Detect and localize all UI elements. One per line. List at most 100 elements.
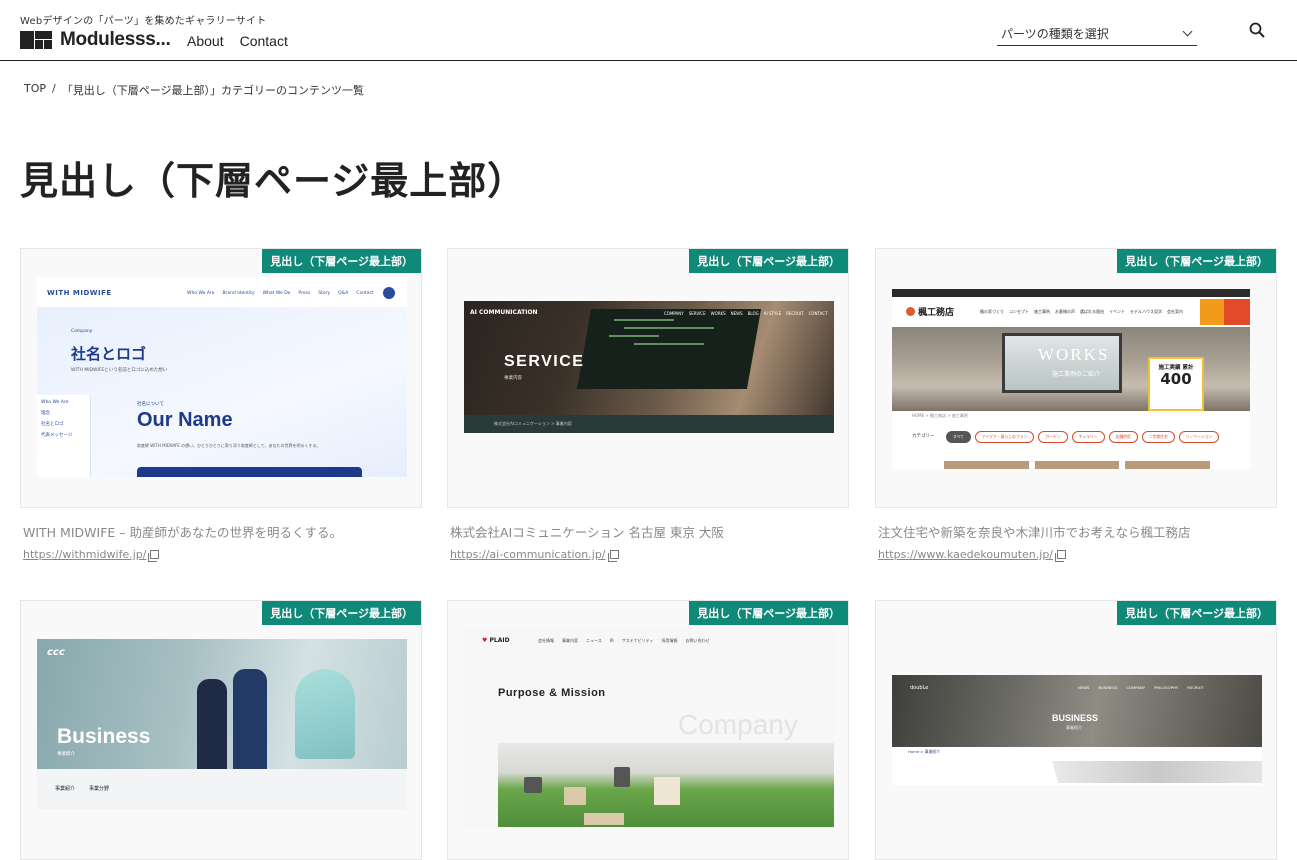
preview-subheading: 事業紹介 bbox=[57, 752, 75, 757]
category-tag[interactable]: 見出し（下層ページ最上部） bbox=[262, 249, 421, 273]
preview-nav-item: NEWS bbox=[730, 311, 743, 316]
category-tag[interactable]: 見出し（下層ページ最上部） bbox=[1117, 601, 1276, 625]
copy-icon[interactable] bbox=[607, 550, 619, 562]
preview-nav: 楓の家づくり コンセプト 施工事例 お客様の声 選ばれる理由 イベント モデルハ… bbox=[980, 309, 1183, 315]
card-title[interactable]: WITH MIDWIFE – 助産師があなたの世界を明るくする。 bbox=[20, 522, 422, 541]
preview-nav-item: What We Do bbox=[262, 291, 291, 296]
preview-category-pills: すべて アイデア・暮らしのプラン ガーデン ギャラリー 店舗併用 二世帯住宅 リ… bbox=[946, 431, 1246, 443]
preview-watermark: Company bbox=[678, 709, 798, 740]
preview-nav-item: サステナビリティ bbox=[621, 638, 654, 643]
gallery-card: 見出し（下層ページ最上部） AI COMMUNICATION COMPANY S… bbox=[447, 248, 849, 562]
preview-breadcrumb: 株式会社AIコミュニケーション > 事業内容 bbox=[494, 421, 572, 426]
preview-nav-item: COMPANY bbox=[1126, 685, 1146, 690]
preview-badge-number: 400 bbox=[1160, 370, 1192, 388]
card-url-row: https://www.kaedekoumuten.jp/ bbox=[875, 548, 1277, 562]
site-logo[interactable]: Modulesss... bbox=[20, 29, 171, 51]
preview-nav-item: コンセプト bbox=[1009, 309, 1029, 314]
preview-brand: ccc bbox=[47, 647, 65, 658]
nav-about[interactable]: About bbox=[187, 33, 224, 49]
logo-mark-icon bbox=[20, 31, 52, 49]
copy-icon[interactable] bbox=[148, 550, 160, 562]
preview-nav-item: ニュース bbox=[586, 638, 602, 643]
preview-paragraph: 助産師 WITH MIDWIFE の想い。ひとりひとりに寄り添う助産師として、あ… bbox=[137, 443, 321, 448]
preview-side-item: 代表メッセージ bbox=[41, 433, 73, 438]
preview-nav-item: モデルハウス見学 bbox=[1130, 309, 1162, 314]
parts-type-select[interactable]: パーツの種類を選択 bbox=[997, 21, 1197, 46]
preview-tab: 事業紹介 bbox=[55, 786, 76, 792]
preview-nav-item: Q&A bbox=[338, 291, 349, 296]
category-tag[interactable]: 見出し（下層ページ最上部） bbox=[1117, 249, 1276, 273]
card-thumbnail[interactable]: 見出し（下層ページ最上部） ♥ PLAID 会社情報 事業内容 ニュース IR … bbox=[447, 600, 849, 860]
category-tag[interactable]: 見出し（下層ページ最上部） bbox=[689, 249, 848, 273]
preview-nav-item: AI STYLE bbox=[763, 311, 782, 316]
preview-big-heading: Our Name bbox=[137, 409, 233, 431]
preview-pill: アイデア・暮らしのプラン bbox=[974, 431, 1035, 443]
card-url-row: https://withmidwife.jp/ bbox=[20, 548, 422, 562]
card-thumbnail[interactable]: 見出し（下層ページ最上部） WITH MIDWIFE Who We Are Br… bbox=[20, 248, 422, 508]
preview-menu-icon bbox=[383, 287, 395, 299]
preview-code-line bbox=[634, 343, 704, 345]
preview-heading: Purpose & Mission bbox=[498, 687, 606, 699]
card-thumbnail[interactable]: 見出し（下層ページ最上部） ccc Business 事業紹介 事業紹介 事業分… bbox=[20, 600, 422, 860]
preview-person bbox=[233, 669, 267, 769]
card-url[interactable]: https://www.kaedekoumuten.jp/ bbox=[878, 548, 1053, 561]
search-icon[interactable] bbox=[1249, 22, 1265, 38]
preview-heading: 社名とロゴ bbox=[71, 345, 147, 363]
preview-subheading: WITH MIDWIFEという名前とロゴに込めた想い bbox=[71, 368, 168, 373]
preview-subheading: 事業内容 bbox=[504, 376, 522, 381]
preview-brand: WITH MIDWIFE bbox=[47, 289, 112, 297]
site-preview: doubLe NEWS BUSINESS COMPANY PHILOSOPHY … bbox=[892, 675, 1262, 785]
card-thumbnail[interactable]: 見出し（下層ページ最上部） doubLe NEWS BUSINESS COMPA… bbox=[875, 600, 1277, 860]
logo-text: Modulesss... bbox=[60, 29, 171, 50]
card-url[interactable]: https://ai-communication.jp/ bbox=[450, 548, 606, 561]
preview-tabs: 事業紹介 事業分野 bbox=[55, 785, 109, 792]
preview-nav-item: Press bbox=[298, 291, 311, 296]
breadcrumb-home[interactable]: TOP bbox=[24, 82, 46, 98]
preview-heading: SERVICE bbox=[504, 353, 585, 370]
gallery-card: 見出し（下層ページ最上部） ccc Business 事業紹介 事業紹介 事業分… bbox=[20, 600, 422, 860]
preview-pill: 店舗併用 bbox=[1108, 431, 1138, 443]
card-title[interactable]: 注文住宅や新築を奈良や木津川市でお考えなら楓工務店 bbox=[875, 522, 1277, 541]
preview-nav: 会社情報 事業内容 ニュース IR サステナビリティ 採用情報 お問い合わせ bbox=[538, 638, 709, 644]
preview-nav-item: COMPANY bbox=[664, 311, 684, 316]
preview-side-item: 社名とロゴ bbox=[41, 422, 64, 427]
preview-nav: Who We Are Brand Identity What We Do Pre… bbox=[187, 291, 374, 296]
preview-hero bbox=[892, 675, 1262, 747]
chevron-down-icon bbox=[1182, 26, 1193, 36]
preview-nav-item: Brand Identity bbox=[222, 291, 255, 296]
preview-nav-item: SERVICE bbox=[688, 311, 706, 316]
preview-tab: 事業分野 bbox=[89, 786, 110, 792]
preview-breadcrumb-bar: 株式会社AIコミュニケーション > 事業内容 bbox=[464, 415, 834, 433]
nav-contact[interactable]: Contact bbox=[240, 33, 288, 49]
preview-furniture bbox=[564, 787, 586, 805]
preview-code-line bbox=[614, 319, 674, 321]
preview-topbar bbox=[892, 289, 1250, 297]
card-title[interactable]: 株式会社AIコミュニケーション 名古屋 東京 大阪 bbox=[447, 522, 849, 541]
preview-pill: ガーデン bbox=[1038, 431, 1068, 443]
category-tag[interactable]: 見出し（下層ページ最上部） bbox=[689, 601, 848, 625]
preview-brand-text: PLAID bbox=[489, 637, 510, 644]
preview-cta-button bbox=[1200, 299, 1224, 325]
site-preview: ccc Business 事業紹介 事業紹介 事業分野 bbox=[37, 639, 407, 809]
preview-furniture bbox=[654, 777, 680, 805]
preview-nav: NEWS BUSINESS COMPANY PHILOSOPHY RECRUIT bbox=[1078, 685, 1204, 690]
preview-thumbnails bbox=[944, 461, 1211, 469]
preview-nav-item: お客様の声 bbox=[1055, 309, 1075, 314]
card-url[interactable]: https://withmidwife.jp/ bbox=[23, 548, 146, 561]
card-url-row: https://ai-communication.jp/ bbox=[447, 548, 849, 562]
card-thumbnail[interactable]: 見出し（下層ページ最上部） AI COMMUNICATION COMPANY S… bbox=[447, 248, 849, 508]
site-preview: WITH MIDWIFE Who We Are Brand Identity W… bbox=[37, 277, 407, 477]
card-thumbnail[interactable]: 見出し（下層ページ最上部） 楓工務店 楓の家づくり コンセプト 施工事例 お客様… bbox=[875, 248, 1277, 508]
preview-code-line bbox=[609, 335, 659, 337]
preview-nav-item: CONTACT bbox=[808, 311, 828, 316]
preview-cta-button bbox=[1224, 299, 1250, 325]
category-tag[interactable]: 見出し（下層ページ最上部） bbox=[262, 601, 421, 625]
preview-nav-item: BUSINESS bbox=[1098, 685, 1118, 690]
preview-nav-item: PHILOSOPHY bbox=[1154, 685, 1179, 690]
preview-badge: 施工実績 累計 400 bbox=[1148, 357, 1204, 411]
copy-icon[interactable] bbox=[1055, 550, 1067, 562]
preview-subheading: 施工事例のご紹介 bbox=[1052, 371, 1101, 378]
preview-nav-item: 会社情報 bbox=[538, 638, 554, 643]
preview-nav-item: お問い合わせ bbox=[685, 638, 710, 643]
preview-side-item: 理念 bbox=[41, 411, 50, 416]
